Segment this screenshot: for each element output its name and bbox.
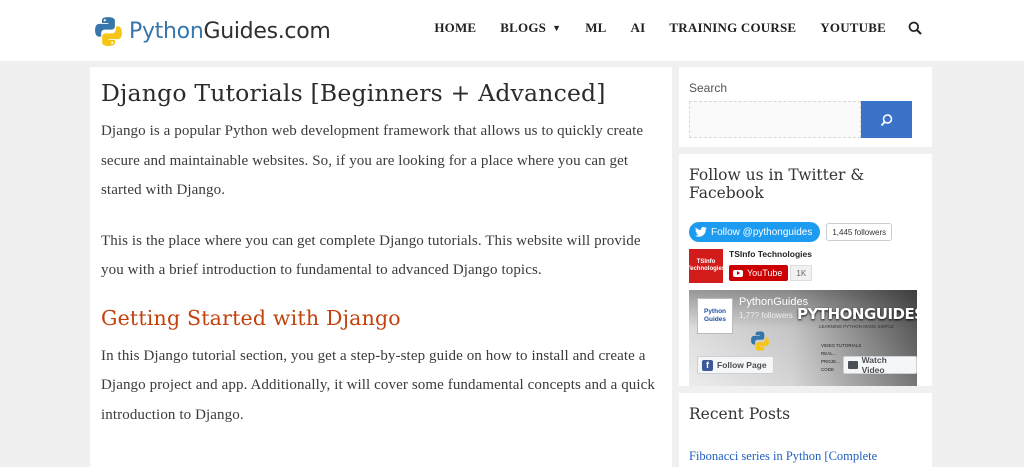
recent-posts-title: Recent Posts xyxy=(689,405,791,423)
section-paragraph: In this Django tutorial section, you get… xyxy=(101,347,656,423)
nav-blogs-label: BLOGS xyxy=(500,20,547,35)
nav-blogs[interactable]: BLOGS ▼ xyxy=(500,20,561,36)
nav-ml[interactable]: ML xyxy=(585,20,606,36)
intro-paragraph: Django is a popular Python web developme… xyxy=(101,123,644,198)
youtube-logo-line1: TSInfo xyxy=(696,259,716,265)
twitter-follow-label: Follow @pythonguides xyxy=(711,226,813,238)
youtube-play-icon xyxy=(733,269,743,277)
page-title: Django Tutorials [Beginners + Advanced] xyxy=(101,79,606,107)
search-label: Search xyxy=(689,81,728,95)
youtube-row: TSInfo Technologies TSInfo Technologies … xyxy=(686,249,922,283)
youtube-channel-info: TSInfo Technologies YouTube 1K xyxy=(729,249,813,283)
twitter-follow-row: Follow @pythonguides 1,445 followers xyxy=(689,222,922,242)
search-form xyxy=(689,101,922,138)
chevron-down-icon: ▼ xyxy=(552,23,562,33)
facebook-avatar-line1: Python xyxy=(703,308,727,315)
nav-training-course[interactable]: TRAINING COURSE xyxy=(669,20,796,36)
search-icon[interactable] xyxy=(908,21,922,35)
facebook-watch-video-button[interactable]: Watch Video xyxy=(843,355,917,375)
youtube-button-label: YouTube xyxy=(747,268,783,278)
youtube-subscriber-count: 1K xyxy=(790,265,813,281)
social-widget: Follow us in Twitter & Facebook Follow @… xyxy=(679,154,932,386)
nav-ai[interactable]: AI xyxy=(631,20,646,36)
nav-youtube[interactable]: YOUTUBE xyxy=(820,20,886,36)
cover-bullet: VIDEO TUTORIALS xyxy=(821,343,862,348)
search-submit-button[interactable] xyxy=(861,101,912,138)
facebook-page-card[interactable]: Python Guides PythonGuides 1,7?? followe… xyxy=(689,290,917,386)
social-widget-title: Follow us in Twitter & Facebook xyxy=(689,166,865,202)
search-widget: Search xyxy=(679,67,932,147)
youtube-logo-line2: Technologies xyxy=(686,266,726,272)
python-logo-icon xyxy=(751,331,769,351)
recent-post-link[interactable]: Fibonacci series in Python [Complete xyxy=(689,449,922,464)
twitter-follow-button[interactable]: Follow @pythonguides xyxy=(689,222,821,242)
youtube-channel-logo[interactable]: TSInfo Technologies xyxy=(686,249,726,283)
twitter-follower-count: 1,445 followers xyxy=(826,223,893,241)
facebook-page-avatar[interactable]: Python Guides xyxy=(697,298,733,334)
youtube-channel-name[interactable]: TSInfo Technologies xyxy=(729,249,812,259)
youtube-subscribe-button[interactable]: YouTube xyxy=(729,265,789,281)
main-nav: HOME BLOGS ▼ ML AI TRAINING COURSE YOUTUB… xyxy=(434,20,922,36)
search-icon xyxy=(880,113,892,126)
article-content: Django Tutorials [Beginners + Advanced] … xyxy=(90,67,672,467)
section-heading: Getting Started with Django xyxy=(101,305,401,330)
video-icon xyxy=(848,361,858,369)
facebook-follower-count: 1,7?? followers xyxy=(739,311,793,320)
facebook-follow-page-button[interactable]: f Follow Page xyxy=(697,356,774,374)
youtube-subscribe: YouTube 1K xyxy=(729,265,813,281)
recent-posts-widget: Recent Posts Fibonacci series in Python … xyxy=(679,393,932,467)
site-logo-text: PythonGuides.com xyxy=(129,18,331,44)
python-logo-icon xyxy=(95,16,122,46)
facebook-watch-label: Watch Video xyxy=(861,355,887,375)
facebook-follow-label: Follow Page xyxy=(717,360,767,370)
facebook-cover-brand: PYTHONGUIDES.COM xyxy=(797,305,917,323)
site-header: PythonGuides.com HOME BLOGS ▼ ML AI TRAIN… xyxy=(0,0,1024,61)
facebook-icon: f xyxy=(702,359,713,371)
facebook-avatar-line2: Guides xyxy=(703,316,727,323)
facebook-cover-tagline: LEARNING PYTHON MADE SIMPLE xyxy=(819,324,895,329)
twitter-bird-icon xyxy=(695,227,707,237)
search-input[interactable] xyxy=(689,101,861,138)
nav-home[interactable]: HOME xyxy=(434,20,476,36)
description-paragraph: This is the place where you can get comp… xyxy=(101,232,641,279)
site-logo[interactable]: PythonGuides.com xyxy=(92,13,331,49)
